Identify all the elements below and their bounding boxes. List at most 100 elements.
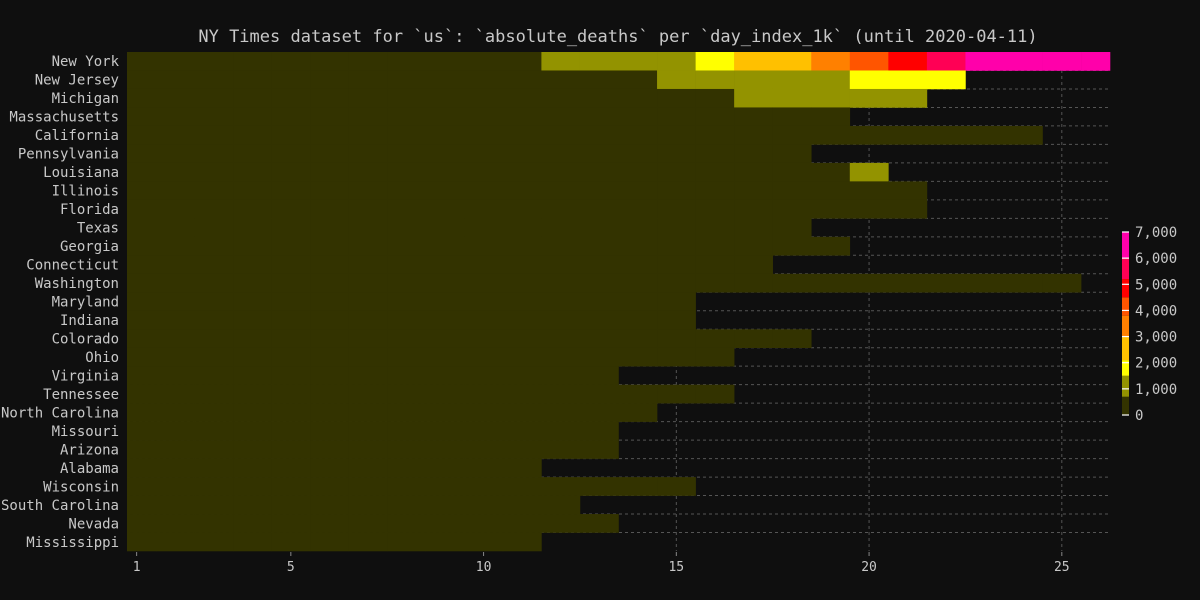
heatmap-cell: [657, 255, 696, 275]
heatmap-cell: [127, 458, 157, 478]
heatmap-cell: [194, 52, 234, 71]
heatmap-cell: [387, 273, 427, 293]
heatmap-cell: [387, 70, 427, 90]
heatmap-cell: [695, 255, 735, 275]
heatmap-cell: [155, 532, 195, 552]
heatmap-cell: [233, 162, 272, 182]
heatmap-cell: [348, 477, 388, 496]
heatmap-cell: [464, 440, 504, 459]
heatmap-cell: [155, 440, 195, 459]
heatmap-cell: [888, 88, 928, 108]
heatmap-cell: [618, 162, 658, 182]
y-tick-label: Michigan: [52, 91, 119, 107]
y-tick-label: Illinois: [52, 184, 119, 200]
heatmap-cell: [811, 162, 851, 182]
heatmap-cell: [348, 273, 388, 293]
heatmap-cell: [464, 162, 504, 182]
y-tick-label: Maryland: [52, 295, 119, 311]
heatmap-cell: [965, 273, 1005, 293]
heatmap-cell: [127, 236, 157, 256]
heatmap-cell: [502, 310, 542, 330]
heatmap-cell: [155, 458, 195, 478]
heatmap-cell: [579, 403, 619, 422]
colorbar-tick-label: 1,000: [1135, 382, 1177, 398]
heatmap-cell: [541, 292, 581, 312]
heatmap-cell: [271, 292, 311, 312]
heatmap-cell: [348, 199, 388, 219]
heatmap-cell: [387, 125, 427, 145]
x-tick-label: 25: [1054, 560, 1070, 575]
heatmap-cell: [849, 88, 889, 108]
colorbar-segment: [1122, 315, 1129, 337]
heatmap-cell: [579, 199, 619, 219]
y-tick-label: Virginia: [52, 368, 119, 384]
heatmap-cell: [194, 477, 234, 496]
heatmap-cell: [425, 144, 465, 164]
heatmap-cell: [425, 366, 465, 385]
heatmap-cell: [194, 181, 234, 201]
heatmap-cell: [387, 310, 427, 330]
heatmap-cell: [425, 532, 465, 552]
heatmap-cell: [271, 514, 311, 533]
heatmap-cell: [618, 125, 658, 145]
heatmap-cell: [387, 181, 427, 201]
heatmap-cell: [127, 477, 157, 496]
heatmap-cell: [657, 347, 696, 367]
heatmap-cell: [811, 236, 851, 256]
heatmap-cell: [464, 70, 504, 90]
heatmap-cell: [618, 384, 658, 404]
heatmap-cell: [579, 292, 619, 312]
heatmap-cell: [734, 181, 773, 201]
colorbar-tick-label: 0: [1135, 408, 1143, 424]
heatmap-cell: [387, 162, 427, 182]
heatmap-cell: [387, 347, 427, 367]
heatmap-cell: [541, 52, 581, 71]
heatmap-cell: [695, 125, 735, 145]
heatmap-cell: [233, 310, 272, 330]
heatmap-cell: [271, 384, 311, 404]
heatmap-cell: [127, 107, 157, 127]
heatmap-cell: [464, 52, 504, 71]
heatmap-cell: [310, 199, 349, 219]
heatmap-cell: [233, 403, 272, 422]
heatmap-cell: [502, 403, 542, 422]
heatmap-cell: [127, 70, 157, 90]
heatmap-cell: [541, 403, 581, 422]
heatmap-cell: [425, 52, 465, 71]
heatmap-cell: [348, 514, 388, 533]
heatmap-cell: [127, 162, 157, 182]
y-tick-label: Georgia: [60, 239, 119, 255]
heatmap-cell: [387, 514, 427, 533]
heatmap-cell: [541, 218, 581, 238]
heatmap-cell: [464, 477, 504, 496]
heatmap-cell: [502, 181, 542, 201]
colorbar-tick-label: 2,000: [1135, 356, 1177, 372]
heatmap-cell: [310, 477, 349, 496]
heatmap-cell: [1042, 52, 1082, 71]
heatmap-cell: [502, 421, 542, 441]
heatmap-cell: [849, 125, 889, 145]
heatmap-cell: [127, 329, 157, 349]
heatmap-cell: [695, 107, 735, 127]
y-tick-label: Alabama: [60, 461, 119, 477]
heatmap-cell: [811, 52, 851, 71]
heatmap-cell: [772, 162, 812, 182]
heatmap-cell: [464, 181, 504, 201]
heatmap-cell: [849, 162, 889, 182]
heatmap-cell: [310, 70, 349, 90]
heatmap-cell: [425, 162, 465, 182]
heatmap-cell: [734, 52, 773, 71]
heatmap-cell: [888, 70, 928, 90]
heatmap-cell: [425, 514, 465, 533]
heatmap-cell: [387, 532, 427, 552]
colorbar-tick-label: 5,000: [1135, 277, 1177, 293]
heatmap-cell: [194, 70, 234, 90]
heatmap-cell: [271, 70, 311, 90]
heatmap-cell: [425, 421, 465, 441]
heatmap-cell: [502, 199, 542, 219]
heatmap-cell: [194, 236, 234, 256]
heatmap-cell: [811, 70, 851, 90]
heatmap-cell: [502, 347, 542, 367]
heatmap-cell: [888, 273, 928, 293]
y-tick-label: Wisconsin: [43, 479, 119, 495]
